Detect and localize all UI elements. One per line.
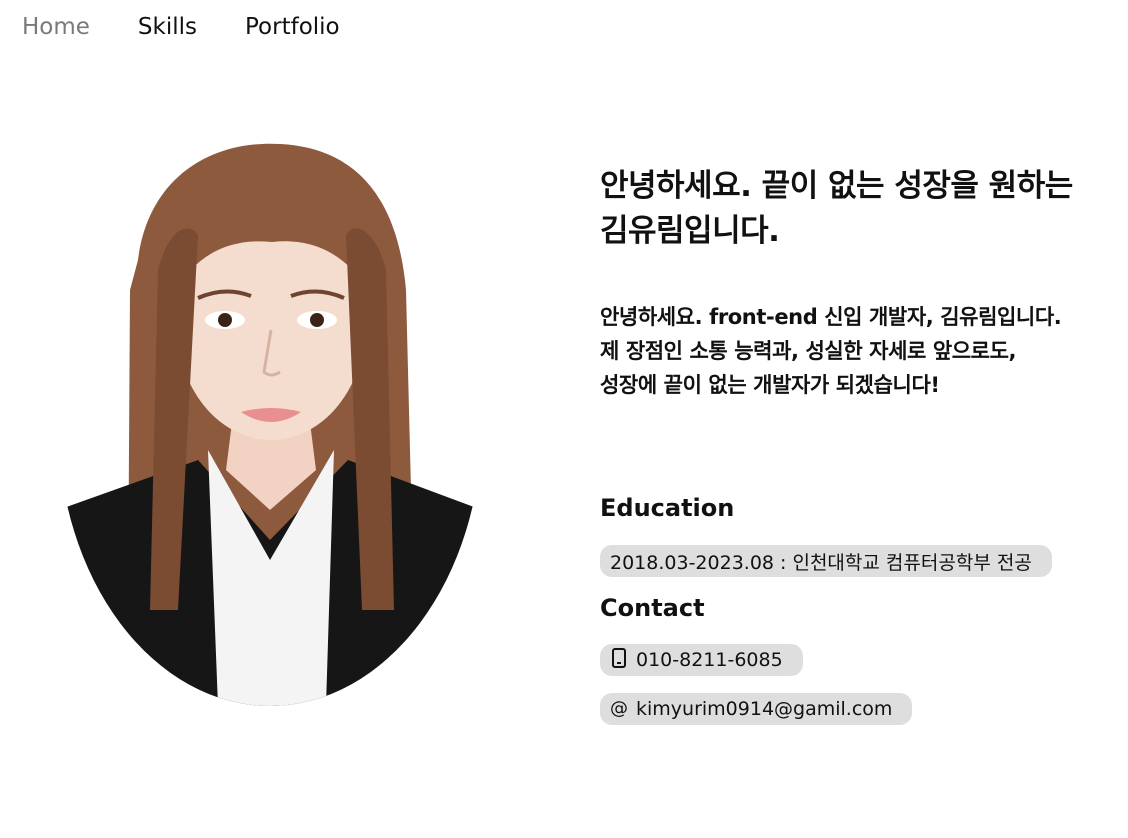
nav-portfolio-link[interactable]: Portfolio (245, 14, 340, 40)
mobile-phone-icon (610, 648, 628, 672)
education-badge: 2018.03-2023.08 : 인천대학교 컴퓨터공학부 전공 (600, 545, 1052, 577)
intro-line-2: 제 장점인 소통 능력과, 성실한 자세로 앞으로도, (600, 339, 1017, 363)
contact-heading: Contact (600, 594, 705, 622)
profile-photo-illustration (58, 140, 482, 706)
nav-home-link[interactable]: Home (22, 14, 90, 40)
intro-line-3: 성장에 끝이 없는 개발자가 되겠습니다! (600, 373, 940, 397)
top-navigation: Home Skills Portfolio (22, 14, 340, 40)
profile-content: 안녕하세요. 끝이 없는 성장을 원하는 김유림입니다. 안녕하세요. fron… (600, 164, 1120, 725)
at-sign-icon: @ (610, 698, 628, 719)
education-item: 2018.03-2023.08 : 인천대학교 컴퓨터공학부 전공 (610, 551, 1032, 574)
nav-skills-link[interactable]: Skills (138, 14, 197, 40)
page-title: 안녕하세요. 끝이 없는 성장을 원하는 김유림입니다. (600, 164, 1120, 254)
introduction-text: 안녕하세요. front-end 신입 개발자, 김유림입니다. 제 장점인 소… (600, 300, 1120, 402)
email-contact-badge: @ kimyurim0914@gamil.com (600, 693, 913, 725)
phone-contact-badge: 010-8211-6085 (600, 644, 803, 676)
education-heading: Education (600, 494, 735, 522)
mobile-phone-icon-svg (612, 648, 626, 668)
headline-line-1: 안녕하세요. 끝이 없는 성장을 원하는 (600, 168, 1073, 204)
phone-number: 010-8211-6085 (636, 649, 783, 671)
email-address: kimyurim0914@gamil.com (636, 698, 893, 720)
profile-photo (58, 140, 482, 706)
headline-line-2: 김유림입니다. (600, 213, 780, 249)
intro-line-1: 안녕하세요. front-end 신입 개발자, 김유림입니다. (600, 305, 1062, 329)
